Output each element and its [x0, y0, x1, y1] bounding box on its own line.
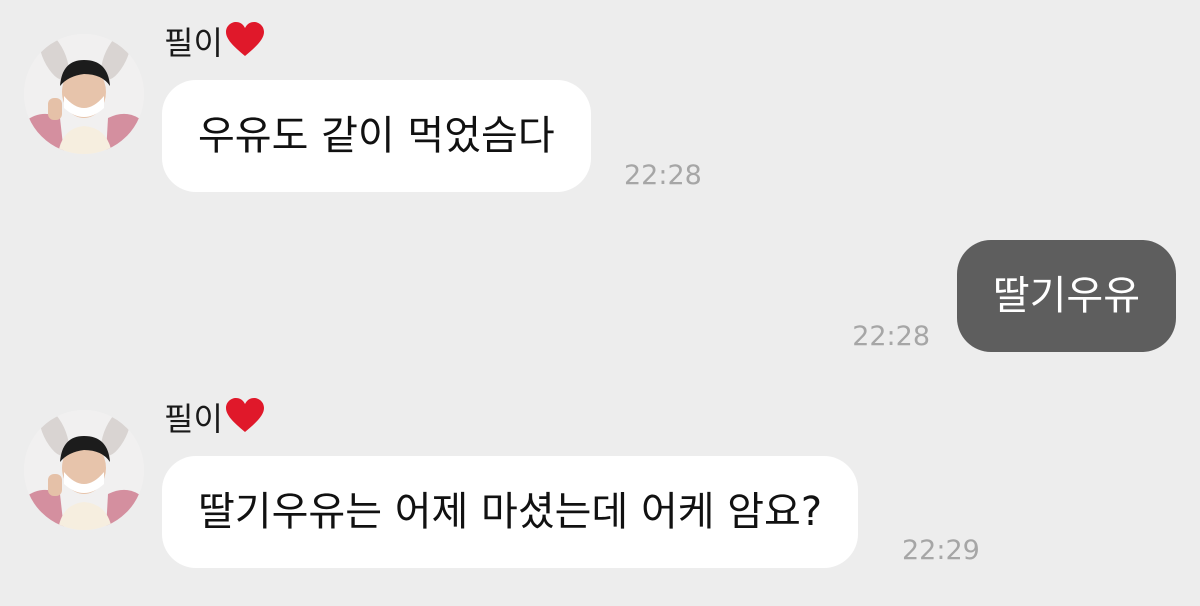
- avatar[interactable]: [24, 34, 144, 154]
- message-bubble[interactable]: 우유도 같이 먹었슴다: [162, 80, 591, 192]
- sender-name: 필이: [164, 398, 265, 439]
- profile-photo: [24, 34, 144, 154]
- message-timestamp: 22:28: [852, 321, 930, 352]
- message-text: 딸기우유는 어제 마셨는데 어케 암요?: [198, 489, 823, 535]
- message-bubble[interactable]: 딸기우유는 어제 마셨는데 어케 암요?: [162, 456, 859, 568]
- message-timestamp: 22:28: [624, 160, 702, 191]
- message-bubble[interactable]: 딸기우유: [956, 240, 1176, 352]
- message-text: 딸기우유: [992, 273, 1140, 319]
- sender-name: 필이: [164, 22, 265, 63]
- message-timestamp: 22:29: [902, 535, 980, 566]
- profile-photo: [24, 410, 144, 530]
- message-text: 우유도 같이 먹었슴다: [198, 113, 555, 159]
- heart-icon: [225, 398, 264, 432]
- sender-name-text: 필이: [164, 400, 223, 438]
- sender-name-text: 필이: [164, 24, 223, 62]
- heart-icon: [225, 22, 264, 56]
- avatar[interactable]: [24, 410, 144, 530]
